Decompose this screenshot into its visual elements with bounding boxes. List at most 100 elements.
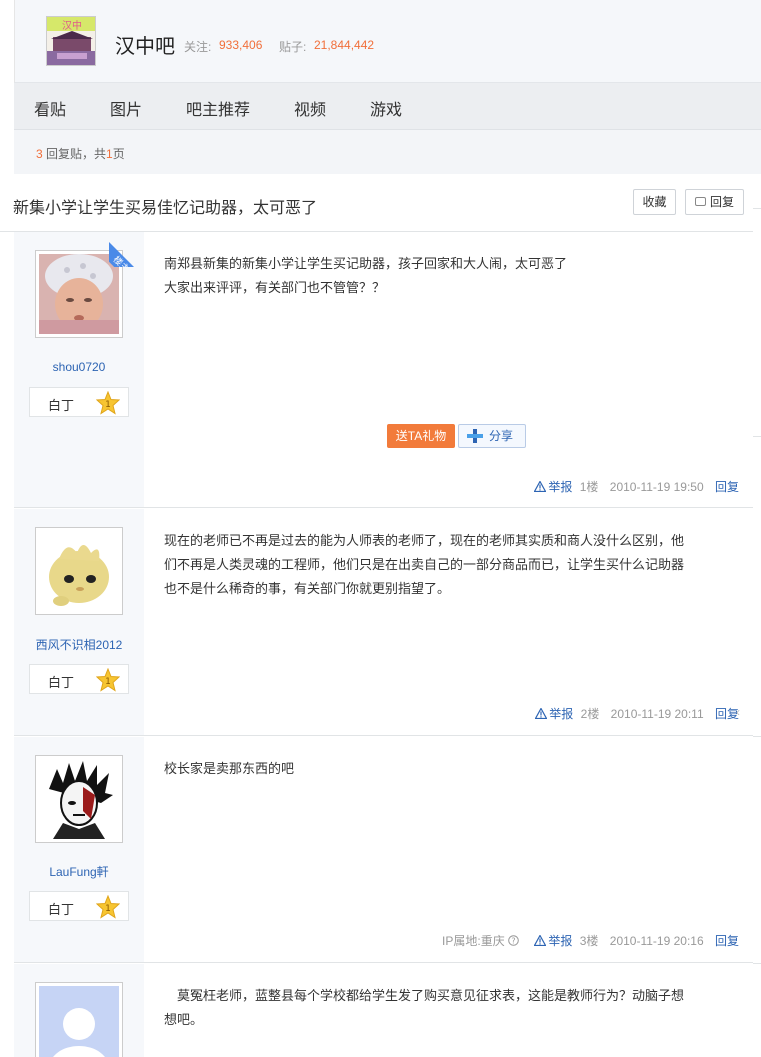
avatar[interactable] — [35, 755, 123, 843]
chevron-left-icon[interactable]: ‹ — [736, 705, 740, 719]
post-floor-3: LauFung軒 白丁 1 校长家是卖那东西的吧 IP属地:重庆 ? 举报 3楼… — [14, 737, 753, 963]
post-date: 2010-11-19 20:11 — [610, 707, 704, 721]
reply-count-text: 回复贴，共 — [46, 147, 107, 161]
post-text-line: 现在的老师已不再是过去的能为人师表的老师了，现在的老师其实质和商人没什么区别，他 — [164, 533, 685, 548]
default-avatar-image — [39, 986, 119, 1057]
post-floor-2: 西风不识相2012 白丁 1 现在的老师已不再是过去的能为人师表的老师了，现在的… — [14, 509, 753, 736]
floor-number: 2楼 — [580, 707, 600, 721]
favorite-button[interactable]: 收藏 — [633, 189, 676, 215]
post-content: 南郑县新集的新集小学让学生买记助器，孩子回家和大人闹，太可恶了 大家出来评评，有… — [164, 252, 734, 300]
report-link[interactable]: 举报 — [535, 707, 573, 721]
ip-location-text: IP属地:重庆 — [442, 934, 505, 948]
share-button[interactable]: 分享 — [458, 424, 526, 448]
warning-icon — [534, 935, 547, 946]
thread-title-bar: 新集小学让学生买易佳忆记助器，太可恶了 收藏 回复 — [0, 175, 753, 232]
page-count-text: 页 — [112, 147, 125, 161]
follow-label: 关注: — [184, 40, 212, 54]
posts-count: 21,844,442 — [314, 38, 375, 52]
send-gift-button[interactable]: 送TA礼物 — [387, 424, 455, 448]
post-reply-link[interactable]: 回复 — [715, 480, 739, 494]
post-meta: 举报 1楼 2010-11-19 19:50 回复 — [522, 478, 739, 495]
user-level-badge[interactable]: 白丁 1 — [29, 387, 129, 417]
post-reply-link[interactable]: 回复 — [715, 934, 739, 948]
svg-text:汉中: 汉中 — [62, 19, 82, 32]
forum-name[interactable]: 汉中吧 — [115, 30, 175, 59]
tab-images[interactable]: 图片 — [110, 96, 142, 120]
forum-nav: 看贴 图片 吧主推荐 视频 游戏 — [14, 83, 761, 130]
avatar[interactable] — [35, 527, 123, 615]
report-link[interactable]: 举报 — [534, 934, 572, 948]
floor-number: 1楼 — [579, 480, 599, 494]
post-author-panel: 西风不识相2012 白丁 1 — [14, 509, 144, 735]
help-icon[interactable]: ? — [508, 935, 519, 946]
baby-avatar-image — [39, 254, 119, 334]
level-number: 1 — [105, 677, 111, 687]
comment-icon — [695, 197, 706, 206]
page-count: 1 — [106, 147, 113, 161]
post-author-panel — [14, 964, 144, 1057]
user-level-badge[interactable]: 白丁 1 — [29, 891, 129, 921]
tab-videos[interactable]: 视频 — [294, 96, 326, 120]
share-label: 分享 — [489, 429, 514, 443]
thread-title: 新集小学让学生买易佳忆记助器，太可恶了 — [13, 200, 318, 217]
gutter-divider — [753, 208, 761, 209]
right-gutter — [753, 175, 761, 1057]
gutter-divider — [753, 736, 761, 737]
report-label: 举报 — [548, 934, 573, 948]
post-author-panel: shou0720 白丁 1 — [14, 232, 144, 507]
post-date: 2010-11-19 19:50 — [609, 480, 704, 494]
report-link[interactable]: 举报 — [534, 480, 572, 494]
gutter-divider — [753, 963, 761, 964]
tab-posts[interactable]: 看贴 — [34, 96, 66, 120]
post-text-line: 莫冤枉老师，蓝整县每个学校都给学生发了购买意见征求表，这能是教师行为？动脑子想 — [164, 988, 685, 1003]
post-text-line: 也不是什么稀奇的事，有关部门你就更别指望了。 — [164, 581, 451, 596]
avatar[interactable] — [35, 982, 123, 1057]
user-level-badge[interactable]: 白丁 1 — [29, 664, 129, 694]
post-author-name[interactable]: shou0720 — [14, 360, 144, 374]
level-star-icon: 1 — [96, 391, 120, 415]
op-badge-label: 楼主 — [109, 238, 144, 267]
post-text-line: 南郑县新集的新集小学让学生买记助器，孩子回家和大人闹，太可恶了 — [164, 256, 568, 271]
level-number: 1 — [105, 400, 111, 410]
post-meta: 举报 2楼 2010-11-19 20:11 回复 — [523, 705, 739, 722]
op-badge: 楼主 — [109, 232, 144, 267]
post-text-line: 大家出来评评，有关部门也不管管？？ — [164, 280, 386, 295]
anime-avatar-image — [39, 759, 119, 839]
tab-games[interactable]: 游戏 — [370, 96, 402, 120]
gutter-divider — [753, 436, 761, 437]
post-author-panel: LauFung軒 白丁 1 — [14, 737, 144, 962]
reply-button[interactable]: 回复 — [685, 189, 744, 215]
post-date: 2010-11-19 20:16 — [609, 934, 704, 948]
posts-label: 贴子: — [279, 40, 307, 54]
post-text-line: 校长家是卖那东西的吧 — [164, 761, 295, 776]
level-name: 白丁 — [48, 398, 75, 413]
follow-count: 933,406 — [219, 38, 263, 52]
post-content: 莫冤枉老师，蓝整县每个学校都给学生发了购买意见征求表，这能是教师行为？动脑子想 … — [164, 984, 734, 1032]
post-content: 现在的老师已不再是过去的能为人师表的老师了，现在的老师其实质和商人没什么区别，他… — [164, 529, 734, 601]
post-author-name[interactable]: LauFung軒 — [14, 863, 144, 880]
warning-icon — [534, 481, 547, 492]
level-name: 白丁 — [48, 902, 75, 917]
post-text-line: 们不再是人类灵魂的工程师，他们只是在出卖自己的一部分商品而已，让学生买什么记助器 — [164, 557, 685, 572]
level-number: 1 — [105, 904, 111, 914]
level-name: 白丁 — [48, 675, 75, 690]
report-label: 举报 — [549, 707, 574, 721]
report-label: 举报 — [548, 480, 573, 494]
chick-avatar-image — [39, 531, 119, 611]
post-text-line: 想吧。 — [164, 1012, 204, 1027]
forum-logo-image: 汉中 — [47, 17, 95, 65]
post-author-name[interactable]: 西风不识相2012 — [14, 636, 144, 653]
floor-number: 3楼 — [579, 934, 599, 948]
post-meta: IP属地:重庆 ? 举报 3楼 2010-11-19 20:16 回复 — [442, 932, 739, 949]
forum-logo[interactable]: 汉中 — [46, 16, 96, 66]
share-plus-icon — [467, 429, 483, 443]
reply-count: 3 — [36, 147, 43, 161]
tab-recommended[interactable]: 吧主推荐 — [186, 96, 250, 120]
thread-info-bar: 3 回复贴，共1页 — [14, 130, 761, 174]
post-floor-1: shou0720 白丁 1 楼主 南郑县新集的新集小学让学生买记助器，孩子回家和… — [14, 232, 753, 508]
svg-text:?: ? — [511, 936, 515, 945]
forum-header: 汉中 汉中吧 关注: 933,406 贴子: 21,844,442 — [14, 0, 761, 83]
post-floor-4: 莫冤枉老师，蓝整县每个学校都给学生发了购买意见征求表，这能是教师行为？动脑子想 … — [14, 964, 753, 1057]
level-star-icon: 1 — [96, 668, 120, 692]
warning-icon — [535, 708, 548, 719]
